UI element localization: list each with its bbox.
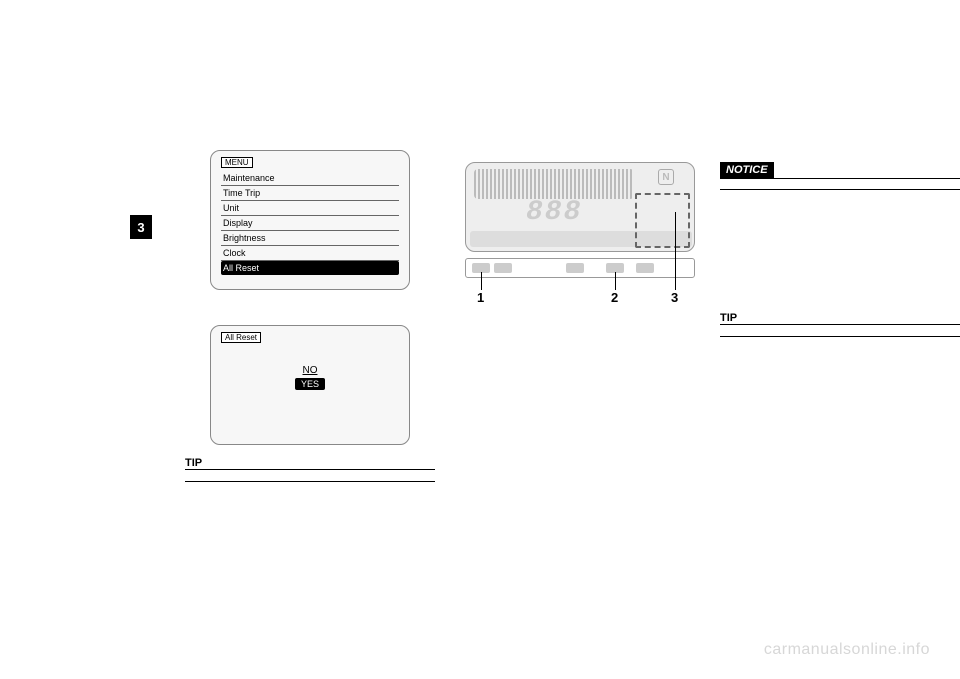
callout-number-3: 3	[671, 290, 678, 305]
confirm-options: NO YES	[295, 365, 325, 390]
confirm-yes: YES	[295, 378, 325, 390]
confirm-heading: All Reset	[221, 332, 261, 343]
indicator-light-bar	[465, 258, 695, 278]
menu-item-all-reset: All Reset	[221, 261, 399, 275]
menu-item-unit: Unit	[221, 201, 399, 216]
neutral-indicator-icon: N	[658, 169, 674, 185]
menu-screen-figure: MENU Maintenance Time Trip Unit Display …	[210, 150, 410, 290]
column-1: MENU Maintenance Time Trip Unit Display …	[185, 150, 435, 482]
all-reset-confirm-figure: All Reset NO YES	[210, 325, 410, 445]
confirm-no: NO	[295, 365, 325, 376]
spacer	[720, 190, 960, 300]
tip-heading-col1: TIP	[185, 457, 435, 470]
callout-leader-3	[675, 212, 676, 290]
menu-item-maintenance: Maintenance	[221, 171, 399, 186]
callout-number-1: 1	[477, 290, 484, 305]
notice-label: NOTICE	[720, 162, 774, 178]
info-panel-dashed-box	[635, 193, 690, 248]
indicator-light-5	[636, 263, 654, 273]
chapter-number: 3	[137, 220, 144, 235]
menu-item-clock: Clock	[221, 246, 399, 261]
column-2: 888 N 1 2 3	[460, 150, 710, 312]
column-3: NOTICE TIP	[720, 150, 960, 337]
lcd-segment-display: 888	[526, 197, 582, 228]
indicator-light-3	[566, 263, 584, 273]
tip-body-col3	[720, 330, 960, 337]
menu-item-time-trip: Time Trip	[221, 186, 399, 201]
watermark: carmanualsonline.info	[764, 641, 930, 659]
tip-label-col3: TIP	[720, 312, 737, 324]
manual-page: 3 MENU Maintenance Time Trip Unit Displa…	[0, 0, 960, 679]
dashboard-figure: 888 N 1 2 3	[465, 162, 705, 312]
tip-heading-col3: TIP	[720, 312, 960, 325]
tip-body-col1	[185, 475, 435, 482]
menu-item-display: Display	[221, 216, 399, 231]
tip-label: TIP	[185, 457, 202, 469]
indicator-light-2	[494, 263, 512, 273]
menu-item-brightness: Brightness	[221, 231, 399, 246]
dashboard-lcd: 888 N	[465, 162, 695, 252]
callout-leader-1	[481, 272, 482, 290]
notice-heading: NOTICE	[720, 162, 960, 179]
callout-number-2: 2	[611, 290, 618, 305]
callout-leader-2	[615, 272, 616, 290]
chapter-tab: 3	[130, 215, 152, 239]
notice-body	[720, 183, 960, 190]
menu-screen-heading: MENU	[221, 157, 253, 168]
